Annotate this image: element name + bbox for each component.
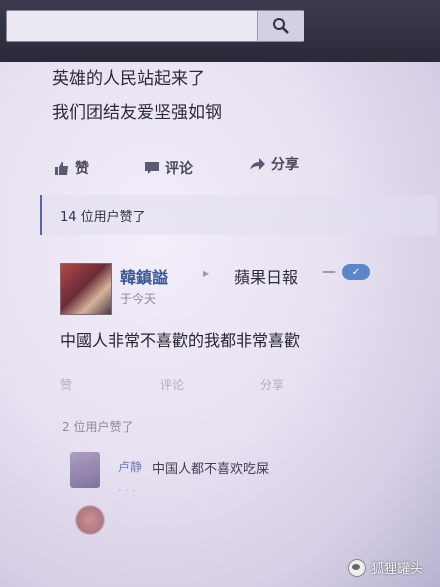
post-actions: 赞 评论 分享 xyxy=(50,152,420,180)
share-icon xyxy=(250,158,265,170)
comment-body: 中國人非常不喜歡的我都非常喜歡 xyxy=(60,331,301,350)
watermark: 狐狸罐头 xyxy=(348,558,423,577)
post-text-line1: 英雄的人民站起来了 xyxy=(52,69,205,89)
reply-avatar[interactable] xyxy=(70,452,100,488)
page-name[interactable]: 蘋果日報 xyxy=(234,264,298,288)
thumbs-up-icon xyxy=(55,162,68,175)
comment-timestamp[interactable]: 于今天 xyxy=(120,290,156,307)
top-bar xyxy=(0,0,440,62)
comment-comment-button[interactable]: 评论 xyxy=(160,376,184,393)
reply-text: 中国人都不喜欢吃屎 xyxy=(152,462,270,477)
comment-icon xyxy=(145,162,159,174)
comment-likes-text[interactable]: 2 位用户赞了 xyxy=(62,418,133,435)
search-input[interactable] xyxy=(6,10,304,42)
wechat-icon xyxy=(348,558,366,577)
post-text-line2: 我们团结友爱坚强如钢 xyxy=(52,103,222,123)
separator: — xyxy=(322,264,336,280)
search-icon xyxy=(273,18,289,34)
share-label: 分享 xyxy=(271,157,299,173)
comment-author[interactable]: 韓鎮謚 xyxy=(120,264,168,288)
reply-meta: · · · xyxy=(118,484,136,497)
like-button[interactable]: 赞 xyxy=(54,158,89,178)
comment-like-button[interactable]: 赞 xyxy=(60,376,72,393)
search-button[interactable] xyxy=(257,11,304,41)
comment-actions: 赞 评论 分享 xyxy=(60,376,360,396)
verified-badge: ✓ xyxy=(342,264,370,280)
watermark-text: 狐狸罐头 xyxy=(371,562,424,577)
like-label: 赞 xyxy=(75,161,89,177)
avatar[interactable] xyxy=(60,263,112,315)
arrow-icon: ▸ xyxy=(203,266,210,280)
comment-button[interactable]: 评论 xyxy=(144,158,193,178)
share-button[interactable]: 分享 xyxy=(248,154,299,174)
comment-label: 评论 xyxy=(165,161,193,177)
comment-share-button[interactable]: 分享 xyxy=(260,376,284,393)
likes-count-text[interactable]: 14 位用户赞了 xyxy=(60,206,146,225)
reply-author[interactable]: 卢静 xyxy=(118,458,142,475)
blurred-avatar xyxy=(74,505,106,535)
likes-summary: 14 位用户赞了 xyxy=(40,195,437,235)
